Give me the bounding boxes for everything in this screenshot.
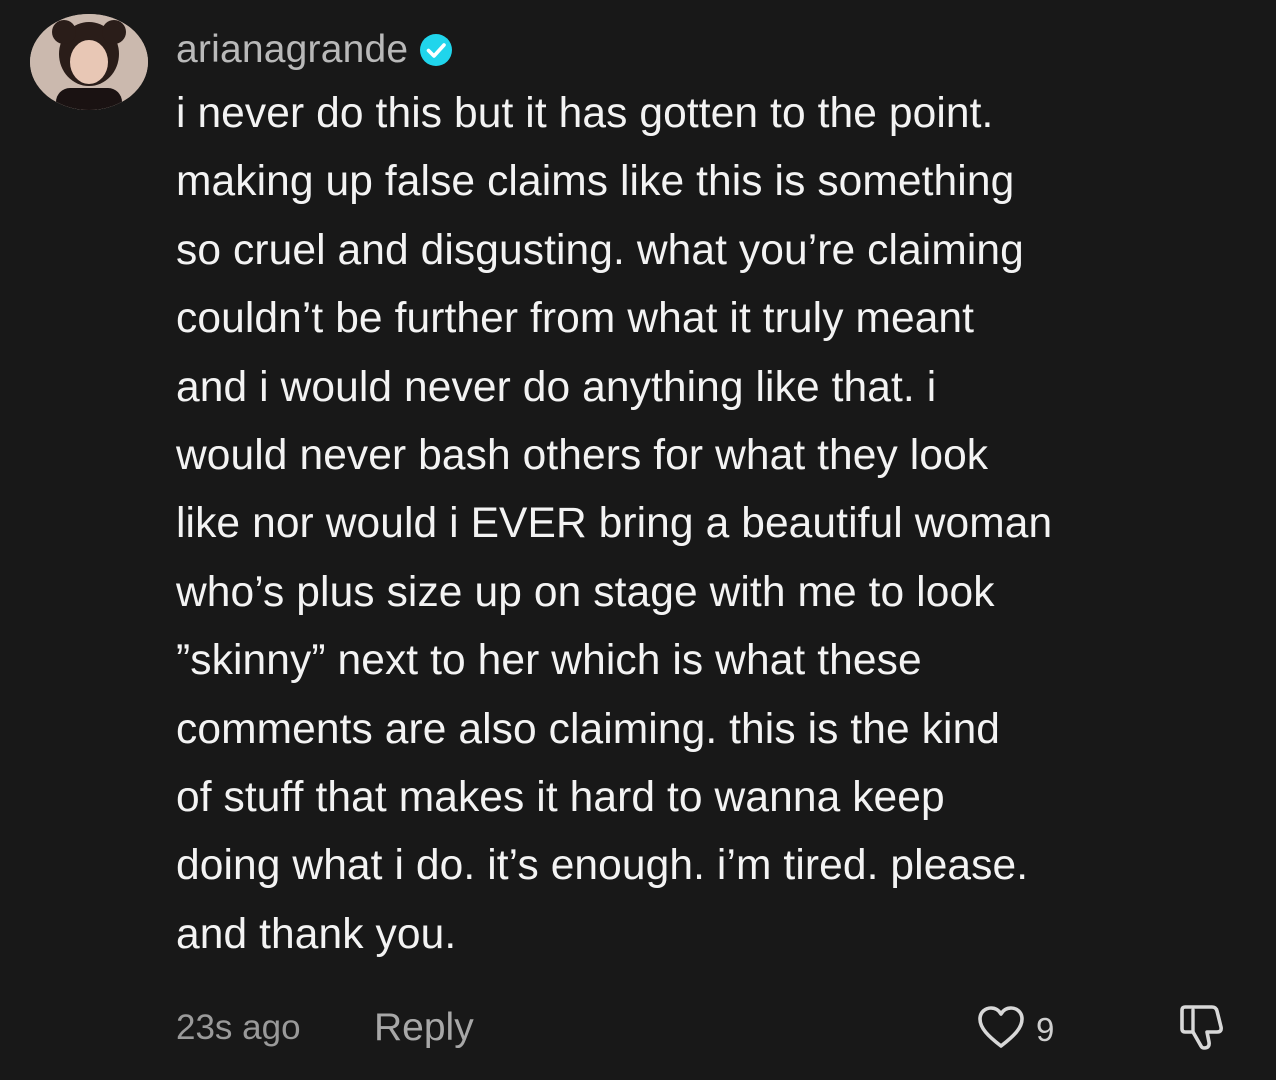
verified-badge-icon (418, 32, 454, 68)
comment-timestamp: 23s ago (176, 1008, 301, 1047)
dislike-button[interactable] (1176, 1000, 1230, 1059)
comment-line: comments are also claiming. this is the … (176, 705, 1001, 753)
comment-line: i never do this but it has gotten to the… (176, 90, 994, 137)
comment: arianagrande i never do this but it has … (0, 0, 1276, 1080)
comment-line: making up false claims like this is some… (176, 158, 1015, 206)
like-button[interactable]: 9 (976, 1004, 1054, 1055)
like-count: 9 (1036, 1010, 1055, 1048)
avatar[interactable] (30, 14, 148, 110)
reply-button[interactable]: Reply (374, 1006, 474, 1050)
comment-text: i never do this but it has gotten to the… (176, 80, 1246, 969)
comment-line: so cruel and disgusting. what you’re cla… (176, 226, 1024, 274)
comment-line: who’s plus size up on stage with me to l… (176, 568, 995, 616)
heart-outline-icon (976, 1004, 1026, 1055)
comment-line: ”skinny” next to her which is what these (176, 637, 922, 685)
thumbs-down-outline-icon (1176, 1005, 1230, 1058)
comment-line: like nor would i EVER bring a beautiful … (176, 500, 1053, 548)
comment-header: arianagrande (176, 24, 454, 76)
comment-line: and i would never do anything like that.… (176, 363, 937, 411)
comment-line: and thank you. (176, 910, 457, 958)
comment-line: would never bash others for what they lo… (176, 432, 989, 480)
comment-footer: 23s ago Reply 9 (176, 1000, 1236, 1056)
comment-line: couldn’t be further from what it truly m… (176, 295, 975, 343)
username[interactable]: arianagrande (176, 28, 408, 72)
comment-line: of stuff that makes it hard to wanna kee… (176, 774, 945, 822)
comment-line: doing what i do. it’s enough. i’m tired.… (176, 842, 1029, 890)
